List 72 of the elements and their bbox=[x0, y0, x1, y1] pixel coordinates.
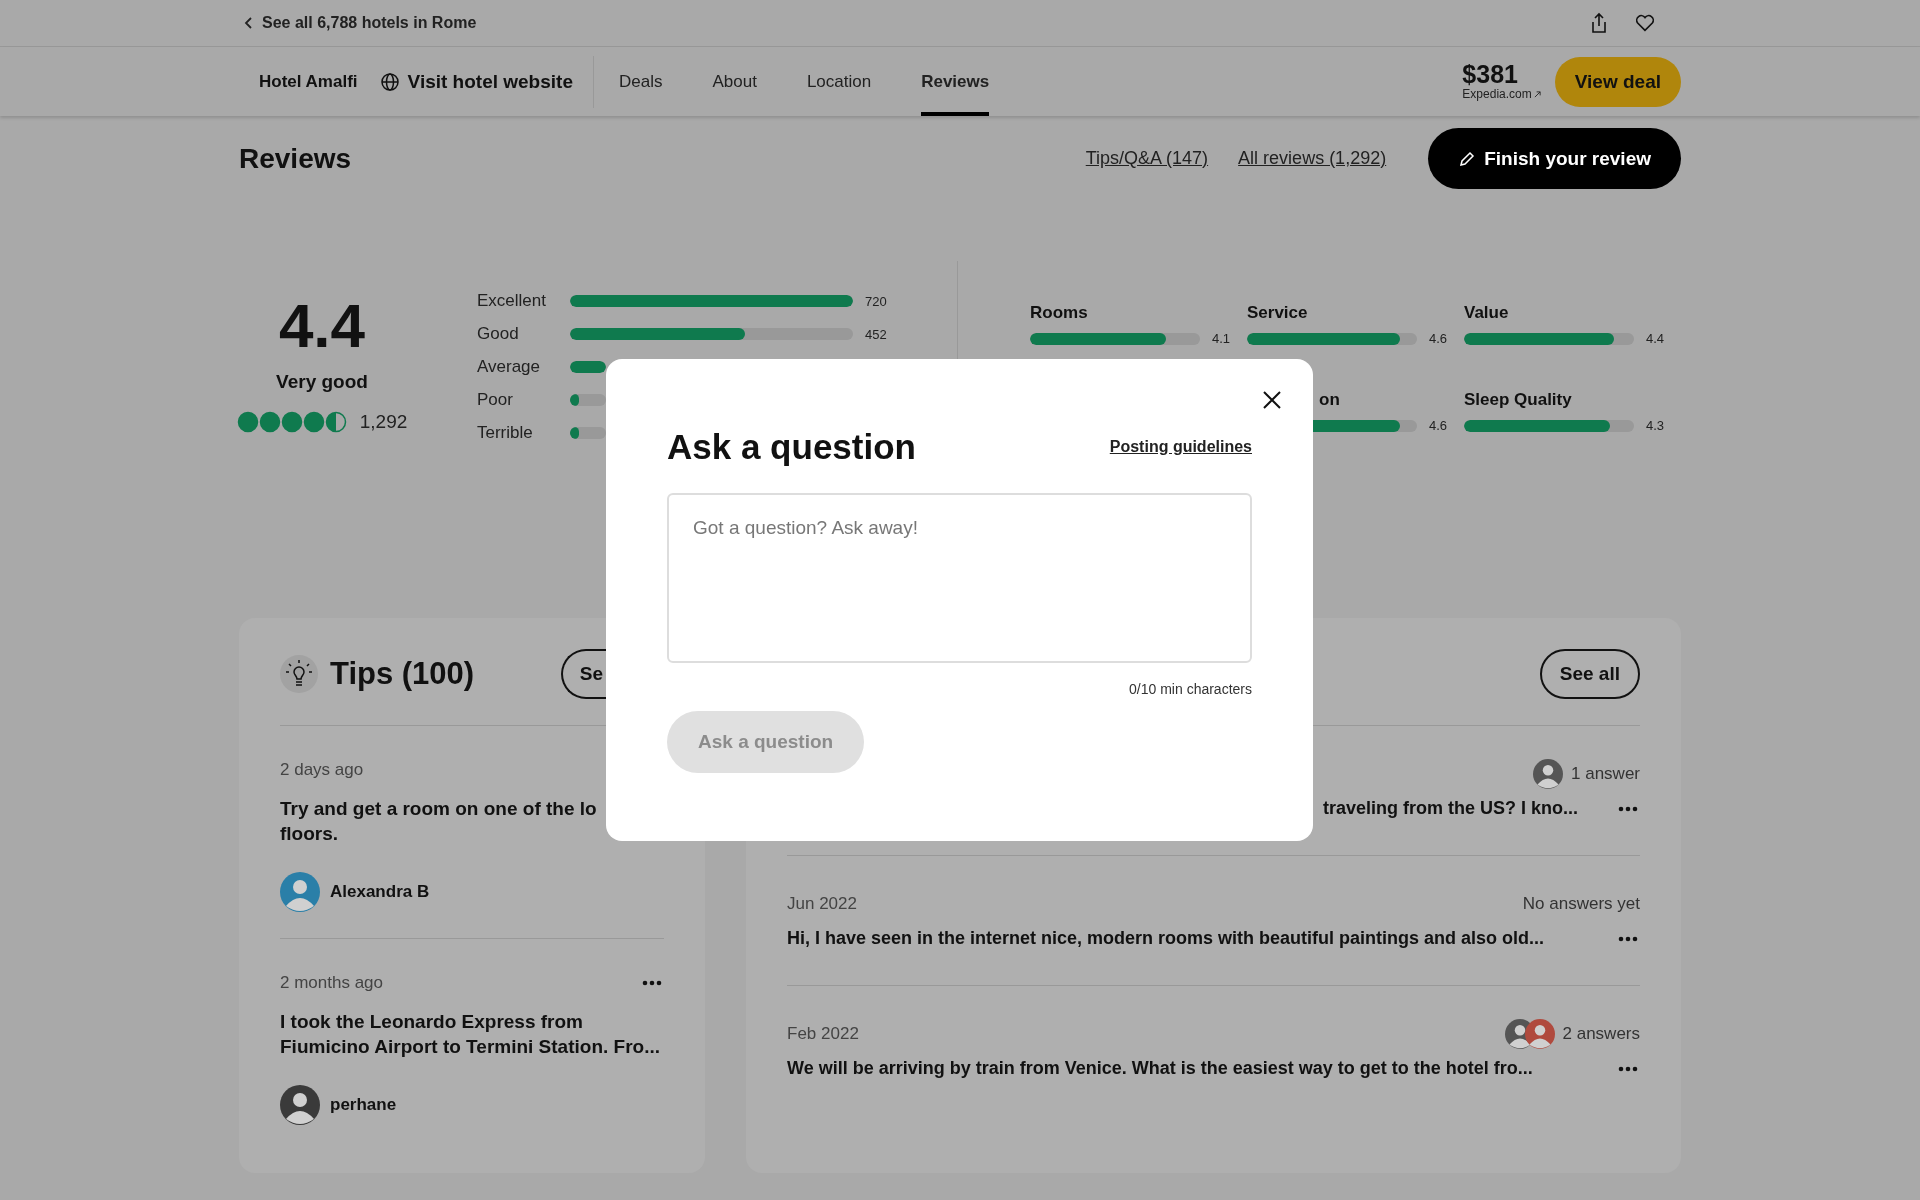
category-label: Sleep Quality bbox=[1464, 390, 1573, 410]
nav-tab[interactable]: About bbox=[712, 47, 757, 116]
lightbulb-icon bbox=[280, 654, 318, 693]
question-date: Feb 2022 bbox=[787, 1024, 859, 1044]
globe-icon bbox=[379, 71, 400, 92]
rating-level-label: Poor bbox=[477, 390, 514, 410]
question-text[interactable]: Hi, I have seen in the internet nice, modern rooms with beautiful paintings and also old... bbox=[787, 928, 1545, 949]
finish-review-button[interactable]: Finish your review bbox=[1428, 128, 1681, 189]
more-icon bbox=[642, 980, 662, 986]
rating-score: 4.4 bbox=[278, 295, 366, 357]
website-link[interactable]: Visit hotel website bbox=[379, 55, 594, 108]
category-score: 4.1 bbox=[1212, 331, 1231, 346]
tip-date: 2 days ago bbox=[280, 760, 364, 780]
heart-icon bbox=[1634, 12, 1656, 34]
view-deal-button[interactable]: View deal bbox=[1554, 56, 1681, 107]
question-text[interactable]: We will be arriving by train from Venice. What is the easiest way to get to the hotel fro... bbox=[787, 1058, 1533, 1079]
category-score: 4.3 bbox=[1646, 418, 1665, 433]
category-score: 4.6 bbox=[1429, 331, 1448, 346]
more-button[interactable] bbox=[1616, 935, 1640, 942]
answer-count: 2 answers bbox=[1562, 1024, 1640, 1044]
external-link-icon bbox=[1533, 90, 1541, 98]
section-title: Reviews bbox=[239, 142, 353, 175]
rating-label: Very good bbox=[276, 371, 368, 393]
rating-level-label: Excellent bbox=[477, 291, 547, 311]
guidelines-link[interactable]: Posting guidelines bbox=[1109, 438, 1252, 456]
author-name[interactable]: perhane bbox=[330, 1095, 397, 1115]
more-button[interactable] bbox=[640, 980, 664, 986]
question-text[interactable]: traveling from the US? I kno... bbox=[1322, 798, 1578, 819]
category-score: 4.4 bbox=[1646, 331, 1665, 346]
chevron-left-icon bbox=[244, 16, 254, 30]
dialog-title: Ask a question bbox=[667, 427, 916, 467]
tip-text: I took the Leonardo Express from Fiumicino Airport to Termini Station. Fro... bbox=[280, 1010, 661, 1059]
rating-level-label: Good bbox=[477, 324, 520, 344]
hotel-name: Hotel Amalfi bbox=[259, 71, 358, 92]
nav-tab[interactable]: Reviews bbox=[921, 47, 990, 116]
question-field[interactable]: Got a question? Ask away! bbox=[667, 493, 1252, 663]
nav-tab[interactable]: Deals bbox=[618, 47, 663, 116]
close-button[interactable] bbox=[1261, 389, 1283, 411]
website-link-text[interactable]: Visit hotel website bbox=[407, 70, 573, 93]
rating-level-label: Terrible bbox=[477, 423, 534, 443]
question-date: Jun 2022 bbox=[787, 894, 857, 914]
author-name[interactable]: Alexandra B bbox=[330, 882, 430, 902]
character-counter: 0/10 min characters bbox=[1129, 681, 1252, 697]
more-icon bbox=[1618, 935, 1638, 942]
rating-count: 720 bbox=[865, 293, 887, 309]
reviews-link[interactable]: All reviews (1,292) bbox=[1238, 148, 1387, 169]
review-count: 1,292 bbox=[359, 411, 408, 433]
more-button[interactable] bbox=[1616, 805, 1640, 812]
tips-title: Tips (100) bbox=[330, 655, 475, 692]
close-icon bbox=[1263, 391, 1281, 409]
category-label: Service bbox=[1247, 303, 1309, 323]
see-all-button[interactable]: See all bbox=[1539, 648, 1640, 699]
more-button[interactable] bbox=[1616, 1065, 1640, 1072]
nav-tab[interactable]: Location bbox=[806, 47, 872, 116]
tip-text: Try and get a room on one of the lo floors. bbox=[280, 797, 598, 846]
reviews-link[interactable]: Tips/Q&A (147) bbox=[1085, 148, 1209, 169]
more-icon bbox=[1618, 805, 1638, 812]
rating-bar bbox=[570, 361, 606, 373]
answer-count: No answers yet bbox=[1522, 894, 1640, 914]
rating-level-label: Average bbox=[477, 357, 541, 377]
pencil-icon bbox=[1458, 149, 1477, 168]
category-label: Rooms bbox=[1030, 303, 1089, 323]
category-label: on bbox=[1319, 390, 1341, 410]
rating-bar bbox=[570, 394, 606, 406]
more-icon bbox=[1618, 1065, 1638, 1072]
rating-count: 452 bbox=[865, 326, 887, 342]
category-label: Value bbox=[1464, 303, 1510, 323]
category-score: 4.6 bbox=[1429, 418, 1448, 433]
answer-count: 1 answer bbox=[1571, 764, 1640, 784]
tip-date: 2 months ago bbox=[280, 973, 383, 993]
rating-bar bbox=[570, 427, 606, 439]
price: $381 bbox=[1462, 62, 1519, 87]
